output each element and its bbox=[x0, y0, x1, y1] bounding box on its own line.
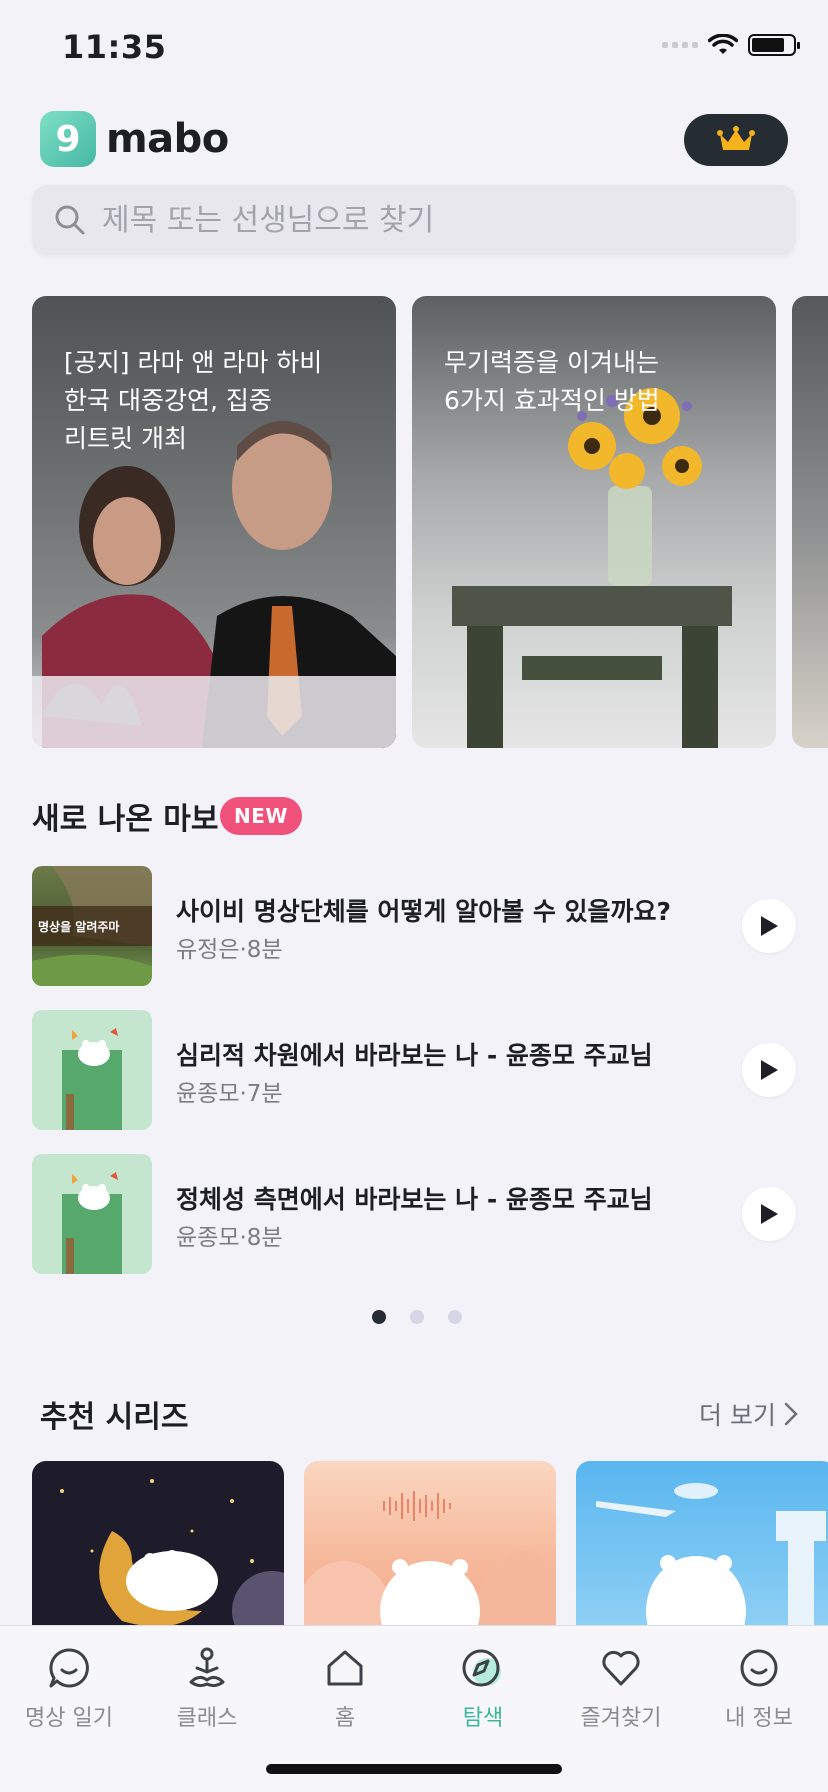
compass-icon bbox=[462, 1649, 501, 1687]
track-meta: 윤종모·8분 bbox=[176, 1225, 283, 1251]
play-button[interactable] bbox=[742, 1043, 796, 1097]
search-input[interactable] bbox=[102, 202, 742, 238]
track-item[interactable]: 명상을 알려주마 사이비 명상단체를 어떻게 알아볼 수 있을까요? 유정은·8… bbox=[32, 866, 796, 986]
series-card[interactable] bbox=[304, 1461, 556, 1631]
meditation-person-icon bbox=[189, 1647, 225, 1688]
cellular-signal-icon bbox=[662, 42, 698, 48]
banner-card[interactable]: [공지] 라마 앤 라마 하비 한국 대중강연, 집중 리트릿 개최 bbox=[32, 296, 396, 748]
more-link-label: 더 보기 bbox=[699, 1401, 776, 1430]
series-card[interactable] bbox=[576, 1461, 828, 1631]
tab-class[interactable]: 클래스 bbox=[138, 1646, 276, 1732]
play-button[interactable] bbox=[742, 899, 796, 953]
series-art-sound bbox=[304, 1491, 556, 1631]
chevron-right-icon bbox=[784, 1402, 798, 1426]
track-thumbnail: 명상을 알려주마 bbox=[32, 866, 152, 986]
more-link[interactable]: 더 보기 bbox=[699, 1396, 798, 1432]
banner-card[interactable] bbox=[792, 296, 828, 748]
tab-label: 내 정보 bbox=[725, 1706, 793, 1731]
crown-icon bbox=[717, 126, 755, 150]
page-dot[interactable] bbox=[410, 1310, 424, 1324]
premium-button[interactable] bbox=[684, 114, 788, 166]
banner-title: 무기력증을 이겨내는 6가지 효과적인 방법 bbox=[444, 348, 660, 415]
search-icon bbox=[55, 205, 85, 235]
page-indicator bbox=[372, 1310, 462, 1324]
play-icon bbox=[761, 1204, 778, 1224]
tab-explore[interactable]: 탐색 bbox=[414, 1646, 552, 1732]
chat-smile-icon bbox=[49, 1648, 89, 1688]
logo-text: mabo bbox=[106, 116, 229, 162]
home-indicator bbox=[266, 1764, 562, 1774]
track-thumbnail bbox=[32, 1010, 152, 1130]
banner-title: [공지] 라마 앤 라마 하비 한국 대중강연, 집중 리트릿 개최 bbox=[64, 348, 323, 453]
track-title: 사이비 명상단체를 어떻게 알아볼 수 있을까요? bbox=[176, 897, 672, 926]
series-art-airport bbox=[596, 1483, 826, 1631]
search-bar[interactable] bbox=[32, 185, 796, 255]
smile-face-icon bbox=[740, 1649, 778, 1687]
status-time: 11:35 bbox=[62, 28, 167, 66]
series-card[interactable] bbox=[32, 1461, 284, 1631]
track-item[interactable]: 정체성 측면에서 바라보는 나 - 윤종모 주교님 윤종모·8분 bbox=[32, 1154, 796, 1274]
tab-label: 즐겨찾기 bbox=[580, 1706, 662, 1731]
tab-label: 명상 일기 bbox=[25, 1706, 113, 1731]
tab-label: 클래스 bbox=[176, 1706, 238, 1731]
play-button[interactable] bbox=[742, 1187, 796, 1241]
logo-mark: 9 bbox=[40, 111, 96, 167]
tab-my-info[interactable]: 내 정보 bbox=[690, 1646, 828, 1732]
tab-label: 탐색 bbox=[462, 1706, 504, 1731]
tab-label: 홈 bbox=[334, 1706, 356, 1731]
track-item[interactable]: 심리적 차원에서 바라보는 나 - 윤종모 주교님 윤종모·7분 bbox=[32, 1010, 796, 1130]
tab-home[interactable]: 홈 bbox=[276, 1646, 414, 1732]
page-dot[interactable] bbox=[372, 1310, 386, 1324]
tab-favorites[interactable]: 즐겨찾기 bbox=[552, 1646, 690, 1732]
tab-meditation-diary[interactable]: 명상 일기 bbox=[0, 1646, 138, 1732]
track-meta: 윤종모·7분 bbox=[176, 1081, 283, 1107]
status-icons bbox=[662, 34, 800, 56]
track-thumbnail bbox=[32, 1154, 152, 1274]
app-logo: 9 mabo bbox=[40, 111, 229, 167]
series-art-moon bbox=[60, 1479, 284, 1631]
play-icon bbox=[761, 916, 778, 936]
page-dot[interactable] bbox=[448, 1310, 462, 1324]
heart-icon bbox=[602, 1650, 640, 1686]
home-icon bbox=[327, 1650, 363, 1686]
track-meta: 유정은·8분 bbox=[176, 937, 283, 963]
thumbnail-caption: 명상을 알려주마 bbox=[38, 920, 120, 934]
wifi-icon bbox=[708, 34, 738, 54]
battery-icon bbox=[748, 34, 800, 56]
play-icon bbox=[761, 1060, 778, 1080]
track-title: 심리적 차원에서 바라보는 나 - 윤종모 주교님 bbox=[176, 1041, 653, 1070]
section-title-series: 추천 시리즈 bbox=[40, 1400, 189, 1435]
section-title-new: 새로 나온 마보 bbox=[32, 802, 219, 837]
banner-card[interactable]: 무기력증을 이겨내는 6가지 효과적인 방법 bbox=[412, 296, 776, 748]
new-badge: NEW bbox=[220, 797, 302, 835]
track-title: 정체성 측면에서 바라보는 나 - 윤종모 주교님 bbox=[176, 1185, 653, 1214]
